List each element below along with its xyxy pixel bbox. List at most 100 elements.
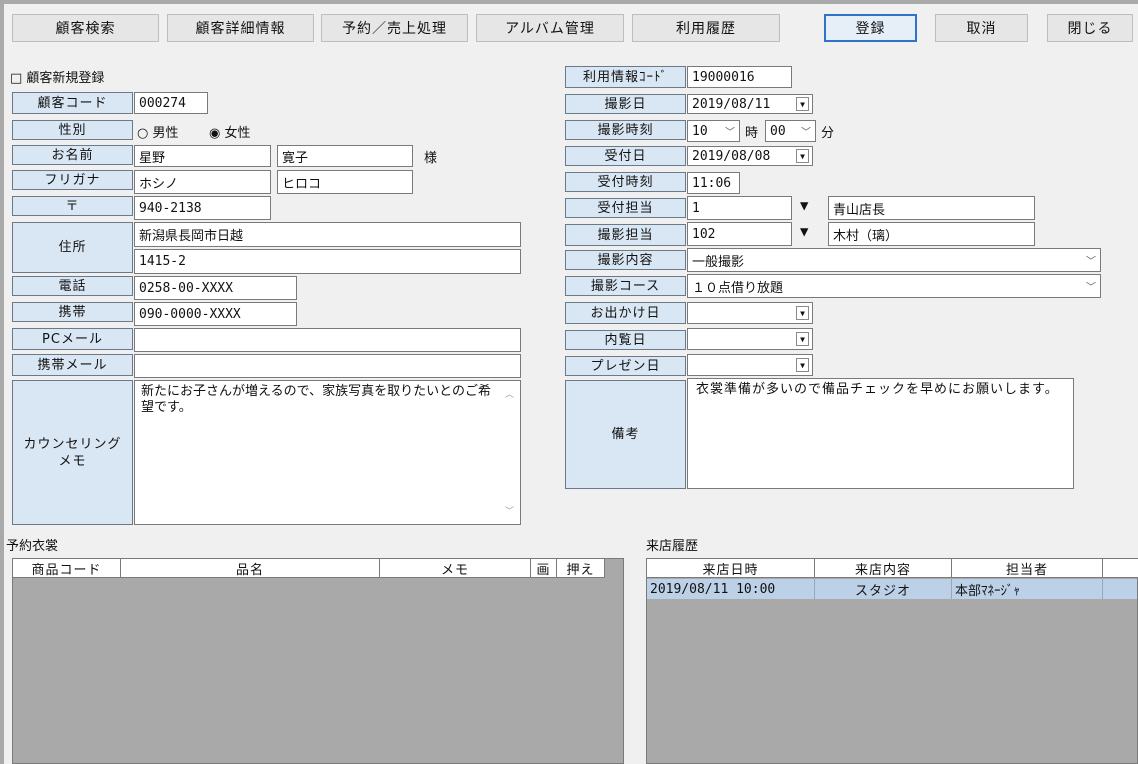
outing-date-label: お出かけ日 — [565, 302, 686, 324]
address2-field[interactable]: 1415-2 — [134, 249, 521, 274]
reception-date-value: 2019/08/08 — [692, 148, 771, 164]
hour-unit: 時 — [745, 126, 759, 141]
zip-label: 〒 — [12, 196, 133, 216]
column-header[interactable]: メモ — [380, 559, 531, 578]
photo-staff-id-field[interactable]: 102 — [687, 222, 792, 246]
counseling-memo-textarea[interactable]: 新たにお子さんが増えるので、家族写真を取りたいとのご希望です。 ︿ ﹀ — [134, 380, 521, 525]
scroll-down-icon[interactable]: ﹀ — [505, 504, 514, 520]
address1-field[interactable]: 新潟県長岡市日越 — [134, 222, 521, 247]
reception-staff-name-field[interactable]: 青山店長 — [828, 196, 1035, 220]
preview-date-label: 内覧日 — [565, 330, 686, 350]
customer-detail-button[interactable]: 顧客詳細情報 — [167, 14, 314, 42]
cancel-button[interactable]: 取消 — [935, 14, 1028, 42]
mobile-label: 携帯 — [12, 302, 133, 322]
column-header[interactable]: 品名 — [121, 559, 380, 578]
dropdown-arrow-icon[interactable]: ▼ — [796, 332, 809, 346]
column-header[interactable]: 来店日時 — [647, 559, 815, 578]
chevron-down-icon: ﹀ — [725, 127, 735, 139]
visit-staff-cell: 本部ﾏﾈｰｼﾞｬ — [952, 579, 1103, 599]
column-header[interactable]: 画 — [531, 559, 557, 578]
shoot-time-label: 撮影時刻 — [565, 120, 686, 140]
dropdown-arrow-icon[interactable]: ▼ — [796, 306, 809, 320]
new-customer-checkbox[interactable]: □ 顧客新規登録 — [10, 67, 104, 86]
reception-time-label: 受付時刻 — [565, 172, 686, 192]
mobile-field[interactable]: 090-0000-XXXX — [134, 302, 297, 326]
shoot-course-label: 撮影コース — [565, 276, 686, 296]
reserved-costumes-grid[interactable]: 商品コード 品名 メモ 画 押え — [12, 558, 624, 764]
mobile-mail-field[interactable] — [134, 354, 521, 378]
reservation-sales-button[interactable]: 予約／売上処理 — [321, 14, 468, 42]
honorific-text: 様 — [424, 151, 438, 166]
kana-label: フリガナ — [12, 170, 133, 190]
customer-code-label: 顧客コード — [12, 92, 133, 114]
shoot-content-label: 撮影内容 — [565, 250, 686, 270]
column-header[interactable]: 来店内容 — [815, 559, 952, 578]
name-label: お名前 — [12, 145, 133, 165]
reception-time-field[interactable]: 11:06 — [687, 172, 740, 194]
chevron-down-icon: ﹀ — [801, 127, 811, 139]
column-header-blank — [1103, 559, 1138, 578]
chevron-down-icon: ﹀ — [1086, 256, 1096, 268]
dropdown-arrow-icon[interactable]: ▼ — [796, 149, 809, 163]
shoot-date-label: 撮影日 — [565, 94, 686, 114]
gender-label: 性別 — [12, 120, 133, 140]
phone-field[interactable]: 0258-00-XXXX — [134, 276, 297, 300]
close-button[interactable]: 閉じる — [1047, 14, 1133, 42]
shoot-date-value: 2019/08/11 — [692, 96, 771, 112]
shoot-content-value: 一般撮影 — [692, 254, 745, 270]
visit-content-cell: スタジオ — [815, 579, 952, 599]
shoot-hour-value: 10 — [692, 123, 708, 139]
staff-dropdown-icon[interactable]: ▼ — [800, 224, 808, 240]
shoot-content-select[interactable]: 一般撮影 ﹀ — [687, 248, 1101, 272]
reception-date-label: 受付日 — [565, 146, 686, 166]
reserved-costumes-title: 予約衣裳 — [6, 539, 59, 554]
gender-female-radio[interactable]: ◉ 女性 — [209, 122, 250, 141]
shoot-date-picker[interactable]: 2019/08/11 ▼ — [687, 94, 813, 114]
table-row[interactable]: 2019/08/11 10:00 スタジオ 本部ﾏﾈｰｼﾞｬ — [647, 579, 1137, 599]
shoot-course-value: １０点借り放題 — [692, 280, 784, 296]
remarks-label: 備考 — [565, 380, 686, 489]
preview-date-picker[interactable]: ▼ — [687, 328, 813, 350]
album-management-button[interactable]: アルバム管理 — [476, 14, 624, 42]
reception-date-picker[interactable]: 2019/08/08 ▼ — [687, 146, 813, 166]
register-button[interactable]: 登録 — [824, 14, 917, 42]
usage-code-field[interactable]: 19000016 — [687, 66, 792, 88]
first-name-field[interactable]: 寛子 — [277, 145, 413, 167]
counseling-memo-label: カウンセリングメモ — [12, 380, 133, 525]
shoot-hour-select[interactable]: 10 ﹀ — [687, 120, 740, 142]
remarks-textarea[interactable]: 衣裳準備が多いので備品チェックを早めにお願いします。 — [687, 378, 1074, 489]
zip-field[interactable]: 940-2138 — [134, 196, 271, 220]
visit-datetime-cell: 2019/08/11 10:00 — [647, 579, 815, 599]
staff-dropdown-icon[interactable]: ▼ — [800, 198, 808, 214]
reception-staff-label: 受付担当 — [565, 198, 686, 218]
column-header[interactable]: 押え — [557, 559, 605, 578]
dropdown-arrow-icon[interactable]: ▼ — [796, 97, 809, 111]
outing-date-picker[interactable]: ▼ — [687, 302, 813, 324]
scroll-up-icon[interactable]: ︿ — [505, 387, 514, 403]
photo-staff-label: 撮影担当 — [565, 224, 686, 246]
first-kana-field[interactable]: ヒロコ — [277, 170, 413, 194]
shoot-minute-select[interactable]: 00 ﹀ — [765, 120, 816, 142]
customer-search-button[interactable]: 顧客検索 — [12, 14, 159, 42]
presentation-date-picker[interactable]: ▼ — [687, 354, 813, 376]
shoot-course-select[interactable]: １０点借り放題 ﹀ — [687, 274, 1101, 298]
pc-mail-field[interactable] — [134, 328, 521, 352]
gender-male-radio[interactable]: ○ 男性 — [137, 122, 178, 141]
chevron-down-icon: ﹀ — [1086, 282, 1096, 294]
usage-history-button[interactable]: 利用履歴 — [632, 14, 780, 42]
visit-history-grid[interactable]: 来店日時 来店内容 担当者 2019/08/11 10:00 スタジオ 本部ﾏﾈ… — [646, 558, 1138, 764]
column-header[interactable]: 商品コード — [13, 559, 121, 578]
minute-unit: 分 — [821, 126, 835, 141]
customer-code-field[interactable]: 000274 — [134, 92, 208, 114]
photo-staff-name-field[interactable]: 木村（璃） — [828, 222, 1035, 246]
last-name-field[interactable]: 星野 — [134, 145, 271, 167]
presentation-date-label: プレゼン日 — [565, 356, 686, 376]
counseling-memo-text: 新たにお子さんが増えるので、家族写真を取りたいとのご希望です。 — [141, 384, 491, 415]
column-header[interactable]: 担当者 — [952, 559, 1103, 578]
shoot-minute-value: 00 — [770, 123, 786, 139]
mobile-mail-label: 携帯メール — [12, 354, 133, 376]
phone-label: 電話 — [12, 276, 133, 296]
last-kana-field[interactable]: ホシノ — [134, 170, 271, 194]
dropdown-arrow-icon[interactable]: ▼ — [796, 358, 809, 372]
reception-staff-id-field[interactable]: 1 — [687, 196, 792, 220]
